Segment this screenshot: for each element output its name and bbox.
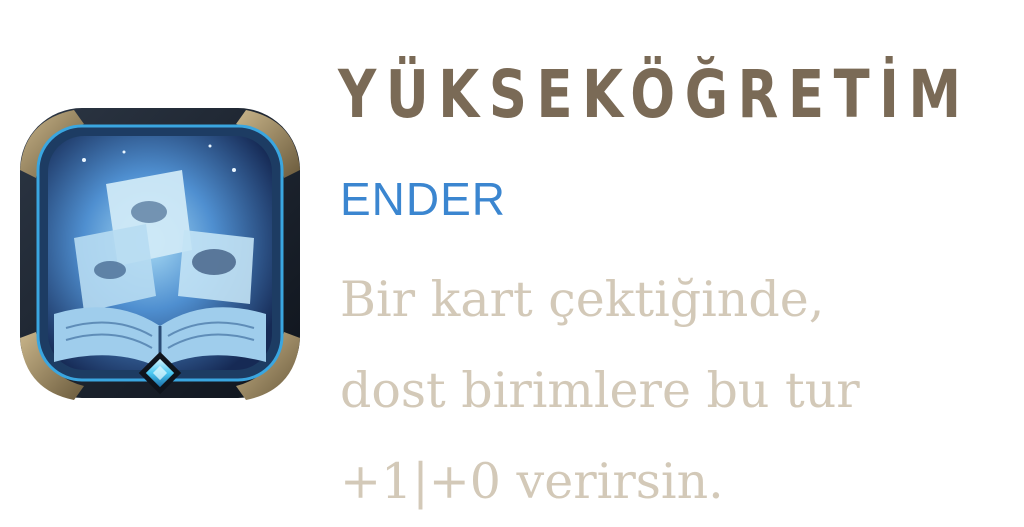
description-line: Bir kart çektiğinde,	[340, 271, 825, 328]
keyword-description: Bir kart çektiğinde, dost birimlere bu t…	[340, 254, 1010, 527]
description-line: +1|+0 verirsin.	[340, 453, 724, 510]
description-line: dost birimlere bu tur	[340, 362, 860, 419]
keyword-card: YÜKSEKÖĞRETİM ENDER Bir kart çektiğinde,…	[0, 0, 1024, 512]
keyword-icon-frame	[14, 100, 306, 410]
rarity-label: ENDER	[340, 173, 507, 225]
keyword-title: YÜKSEKÖĞRETİM	[338, 56, 971, 133]
open-book-art-icon	[20, 108, 300, 400]
